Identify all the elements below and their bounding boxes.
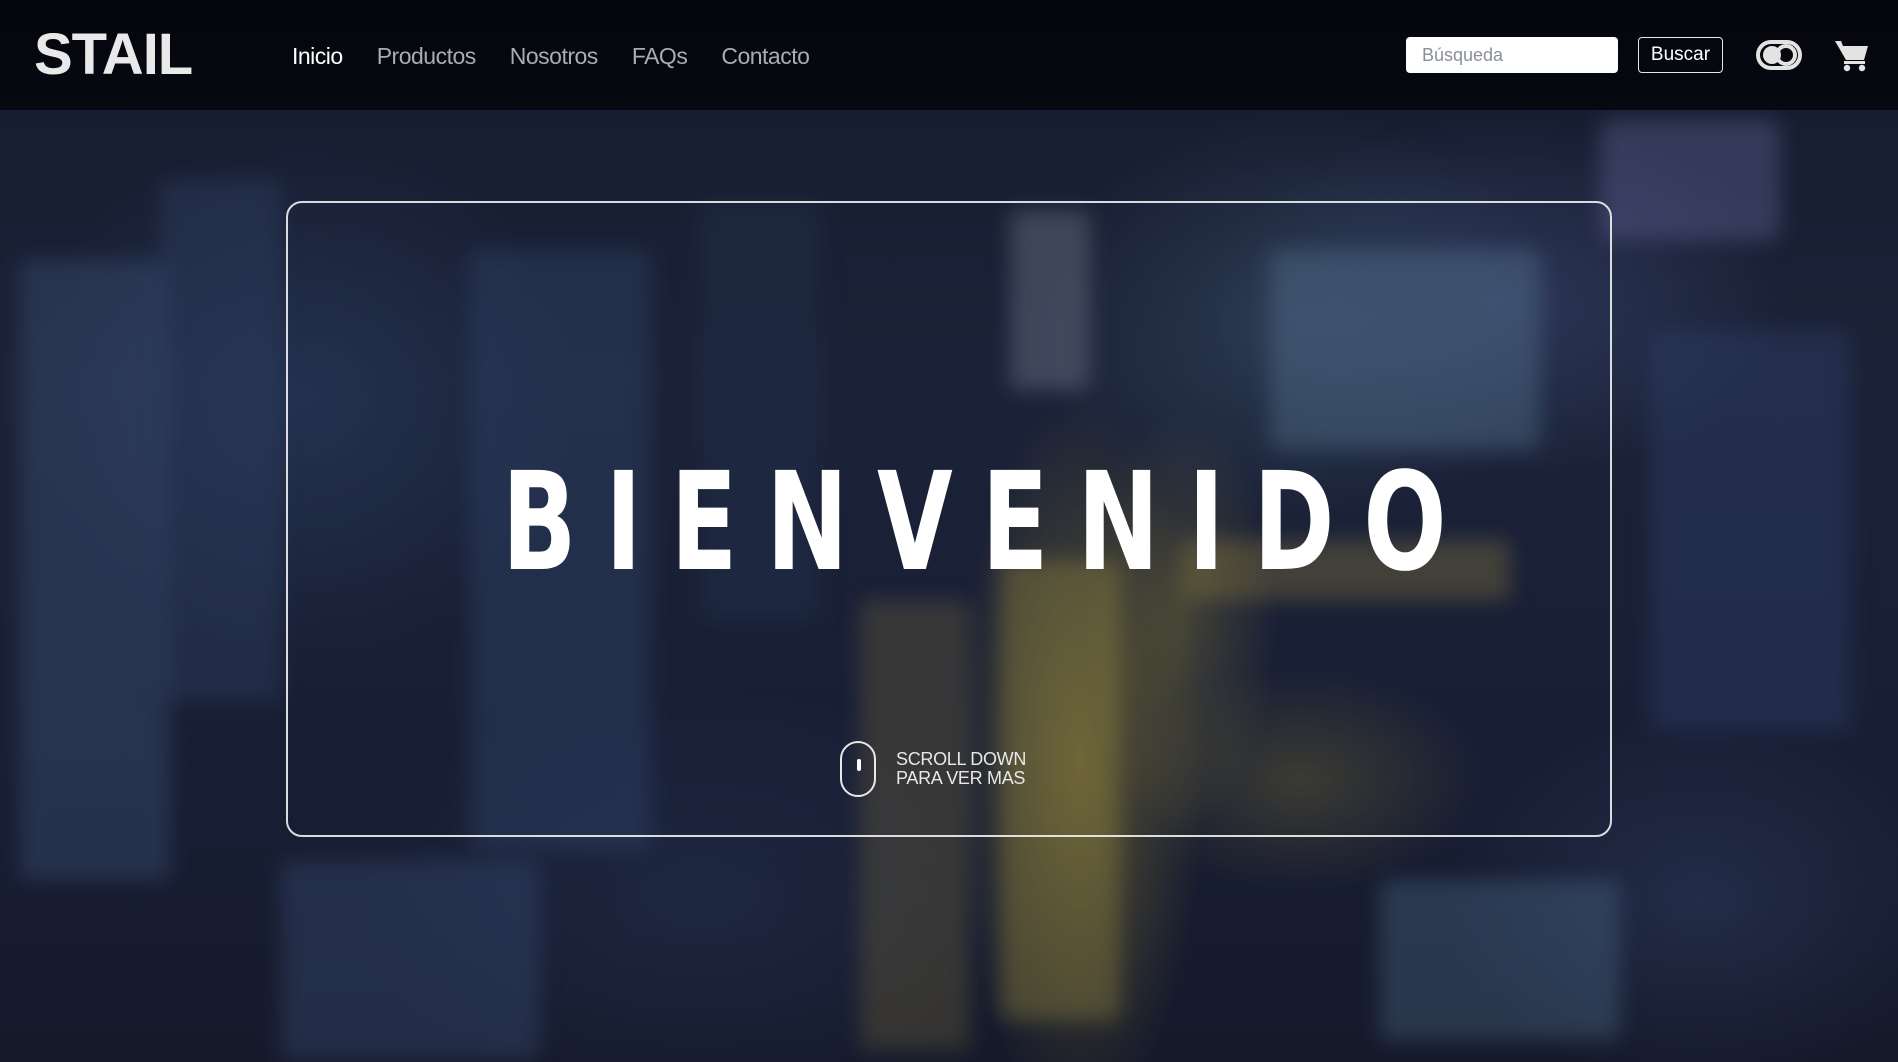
nav-link-contacto[interactable]: Contacto [721,38,810,74]
search-input[interactable] [1406,37,1618,73]
scroll-down-hint[interactable]: SCROLL DOWN PARA VER MAS [840,741,1026,797]
search-button[interactable]: Buscar [1638,37,1723,73]
hero-card: BIENVENIDO SCROLL DOWN PARA VER MAS [286,201,1612,837]
shopping-cart-icon[interactable] [1834,38,1870,72]
nav-link-nosotros[interactable]: Nosotros [510,38,599,74]
theme-toggle-icon[interactable] [1756,40,1802,70]
nav-link-faqs[interactable]: FAQs [632,38,688,74]
mouse-icon [840,741,876,797]
nav-link-productos[interactable]: Productos [377,38,477,74]
hero-title: BIENVENIDO [501,444,1476,602]
brand-logo[interactable]: STAIL [34,22,193,88]
scroll-hint-line-2: PARA VER MAS [896,768,1026,788]
nav-links: Inicio Productos Nosotros FAQs Contacto [292,38,843,74]
nav-link-inicio[interactable]: Inicio [292,38,343,74]
top-navbar: STAIL Inicio Productos Nosotros FAQs Con… [0,0,1898,110]
scroll-hint-text: SCROLL DOWN PARA VER MAS [896,750,1026,788]
scroll-hint-line-1: SCROLL DOWN [896,749,1027,769]
